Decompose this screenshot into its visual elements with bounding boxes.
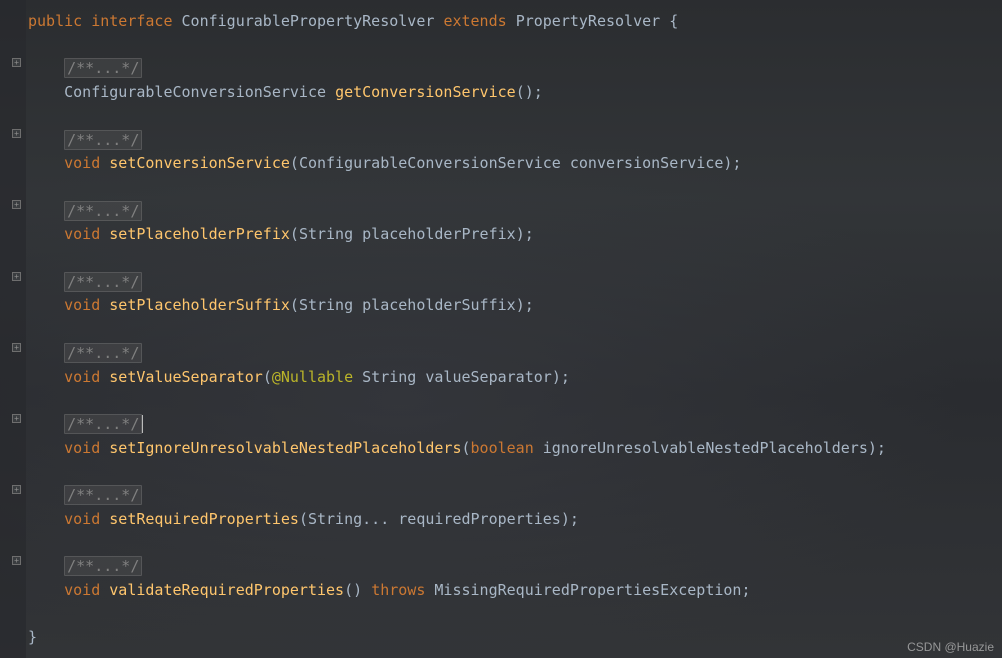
keyword-void: void: [64, 296, 100, 314]
method-name: setRequiredProperties: [109, 510, 299, 528]
param-type: ConfigurableConversionService: [299, 154, 561, 172]
code-line: [28, 603, 1002, 627]
param-name: valueSeparator: [425, 368, 551, 386]
fold-icon[interactable]: +: [12, 556, 21, 565]
code-line: [28, 531, 1002, 555]
folded-comment[interactable]: /**...*/: [64, 343, 142, 363]
folded-comment[interactable]: /**...*/: [64, 130, 142, 150]
fold-icon[interactable]: +: [12, 129, 21, 138]
keyword-interface: interface: [91, 12, 172, 30]
fold-icon[interactable]: +: [12, 414, 21, 423]
code-line: public interface ConfigurablePropertyRes…: [28, 10, 1002, 34]
folded-comment[interactable]: /**...*/: [64, 414, 142, 434]
punct: ();: [516, 83, 543, 101]
close-brace: }: [28, 628, 37, 646]
annotation: @Nullable: [272, 368, 353, 386]
keyword-void: void: [64, 581, 100, 599]
code-line: }: [28, 626, 1002, 650]
code-line: /**...*/: [28, 57, 1002, 81]
code-line: [28, 34, 1002, 58]
code-line: [28, 389, 1002, 413]
open-brace: {: [669, 12, 678, 30]
code-line: /**...*/: [28, 484, 1002, 508]
keyword-boolean: boolean: [471, 439, 534, 457]
param-type: String: [362, 368, 416, 386]
keyword-extends: extends: [443, 12, 506, 30]
editor-gutter: + + + + + + + +: [0, 0, 26, 658]
method-name: setPlaceholderSuffix: [109, 296, 290, 314]
folded-comment[interactable]: /**...*/: [64, 201, 142, 221]
method-name: setConversionService: [109, 154, 290, 172]
fold-icon[interactable]: +: [12, 272, 21, 281]
parent-type: PropertyResolver: [516, 12, 661, 30]
keyword-void: void: [64, 368, 100, 386]
code-line: /**...*/: [28, 342, 1002, 366]
fold-icon[interactable]: +: [12, 343, 21, 352]
code-line: void setConversionService(ConfigurableCo…: [28, 152, 1002, 176]
watermark-text: CSDN @Huazie: [907, 640, 994, 654]
code-line: void setPlaceholderPrefix(String placeho…: [28, 223, 1002, 247]
return-type: ConfigurableConversionService: [64, 83, 326, 101]
code-line: /**...*/: [28, 129, 1002, 153]
code-line: /**...*/: [28, 200, 1002, 224]
code-line: void setRequiredProperties(String... req…: [28, 508, 1002, 532]
interface-name: ConfigurablePropertyResolver: [182, 12, 435, 30]
code-line: void setPlaceholderSuffix(String placeho…: [28, 294, 1002, 318]
method-name: setValueSeparator: [109, 368, 263, 386]
method-name: setPlaceholderPrefix: [109, 225, 290, 243]
param-type: String: [299, 296, 353, 314]
code-line: [28, 247, 1002, 271]
method-name: getConversionService: [335, 83, 516, 101]
keyword-void: void: [64, 154, 100, 172]
code-line: [28, 105, 1002, 129]
folded-comment[interactable]: /**...*/: [64, 485, 142, 505]
method-name: setIgnoreUnresolvableNestedPlaceholders: [109, 439, 461, 457]
param-name: placeholderSuffix: [362, 296, 516, 314]
keyword-void: void: [64, 439, 100, 457]
code-line: void setIgnoreUnresolvableNestedPlacehol…: [28, 437, 1002, 461]
code-line: [28, 460, 1002, 484]
keyword-public: public: [28, 12, 82, 30]
code-editor[interactable]: public interface ConfigurablePropertyRes…: [28, 10, 1002, 650]
code-line: ConfigurableConversionService getConvers…: [28, 81, 1002, 105]
code-line: [28, 318, 1002, 342]
folded-comment[interactable]: /**...*/: [64, 272, 142, 292]
folded-comment[interactable]: /**...*/: [64, 556, 142, 576]
param-name: placeholderPrefix: [362, 225, 516, 243]
code-line: [28, 176, 1002, 200]
param-type: String: [299, 225, 353, 243]
exception-type: MissingRequiredPropertiesException: [434, 581, 741, 599]
keyword-void: void: [64, 225, 100, 243]
param-name: ignoreUnresolvableNestedPlaceholders: [543, 439, 868, 457]
code-line: /**...*/: [28, 271, 1002, 295]
method-name: validateRequiredProperties: [109, 581, 344, 599]
fold-icon[interactable]: +: [12, 200, 21, 209]
param-name: requiredProperties: [398, 510, 561, 528]
param-name: conversionService: [570, 154, 724, 172]
code-line: /**...*/: [28, 413, 1002, 437]
fold-icon[interactable]: +: [12, 485, 21, 494]
text-cursor: [142, 415, 143, 433]
code-line: void setValueSeparator(@Nullable String …: [28, 366, 1002, 390]
code-line: /**...*/: [28, 555, 1002, 579]
keyword-throws: throws: [371, 581, 425, 599]
fold-icon[interactable]: +: [12, 58, 21, 67]
param-type: String...: [308, 510, 389, 528]
folded-comment[interactable]: /**...*/: [64, 58, 142, 78]
keyword-void: void: [64, 510, 100, 528]
code-line: void validateRequiredProperties() throws…: [28, 579, 1002, 603]
